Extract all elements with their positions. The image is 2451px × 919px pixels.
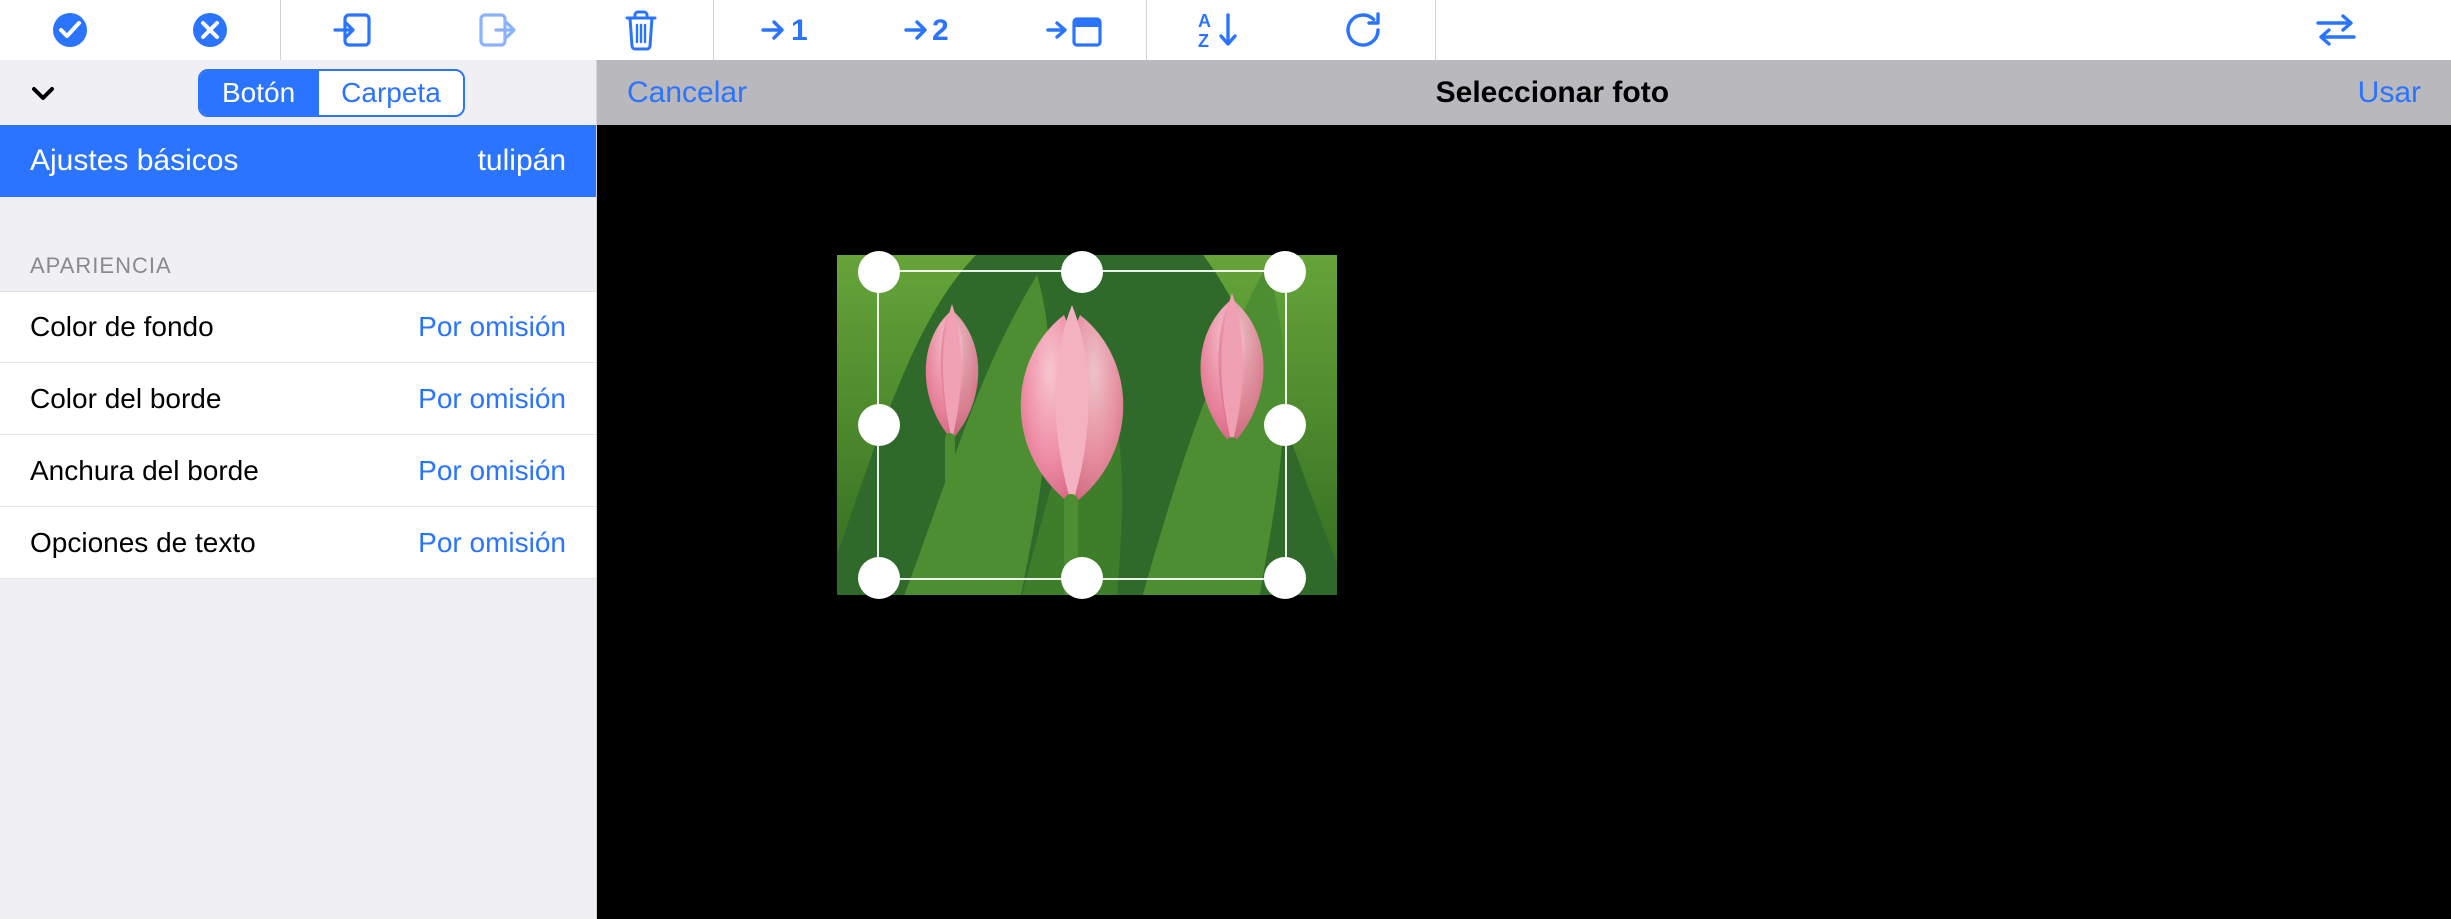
segment-folder[interactable]: Carpeta <box>317 71 463 115</box>
crop-handle-middle-left[interactable] <box>858 404 900 446</box>
photo-crop-area[interactable] <box>597 125 2451 919</box>
export-icon <box>476 9 518 51</box>
section-header-appearance: APARIENCIA <box>0 197 596 291</box>
appearance-list: Color de fondo Por omisión Color del bor… <box>0 291 596 579</box>
crop-handle-bottom-middle[interactable] <box>1061 557 1103 599</box>
x-circle-icon <box>190 10 230 50</box>
toolbar-goto-2[interactable]: 2 <box>858 0 1002 60</box>
row-text-options[interactable]: Opciones de texto Por omisión <box>0 507 596 579</box>
svg-text:1: 1 <box>791 14 808 47</box>
photo-picker-header: Cancelar Seleccionar foto Usar <box>597 60 2451 125</box>
row-label: Color de fondo <box>30 311 214 343</box>
segmented-control: Botón Carpeta <box>198 69 465 117</box>
svg-text:Z: Z <box>1198 31 1209 51</box>
toolbar-export[interactable] <box>425 0 569 60</box>
crop-handle-middle-right[interactable] <box>1264 404 1306 446</box>
row-value: Por omisión <box>418 311 566 343</box>
toolbar-goto-home[interactable] <box>1002 0 1146 60</box>
use-button[interactable]: Usar <box>2358 76 2421 110</box>
segment-button[interactable]: Botón <box>200 71 317 115</box>
picker-title: Seleccionar foto <box>1436 76 1669 110</box>
row-label: Anchura del borde <box>30 455 259 487</box>
toolbar-separator <box>1435 0 1436 60</box>
svg-text:2: 2 <box>932 14 949 47</box>
svg-text:A: A <box>1198 11 1211 31</box>
crop-handle-top-left[interactable] <box>858 251 900 293</box>
settings-panel: Botón Carpeta Ajustes básicos tulipán AP… <box>0 60 597 919</box>
check-circle-icon <box>50 10 90 50</box>
crop-handle-top-right[interactable] <box>1264 251 1306 293</box>
selected-label: Ajustes básicos <box>30 144 238 178</box>
toolbar-delete[interactable] <box>569 0 713 60</box>
row-label: Color del borde <box>30 383 221 415</box>
toolbar-deselect-all[interactable] <box>140 0 280 60</box>
selected-value: tulipán <box>478 144 566 178</box>
collapse-toggle[interactable] <box>28 78 58 108</box>
cancel-button[interactable]: Cancelar <box>627 76 747 110</box>
swap-icon <box>2312 10 2360 50</box>
photo-picker-panel: Cancelar Seleccionar foto Usar <box>597 60 2451 919</box>
row-value: Por omisión <box>418 527 566 559</box>
row-value: Por omisión <box>418 383 566 415</box>
tulip-image <box>837 255 1337 595</box>
row-background-color[interactable]: Color de fondo Por omisión <box>0 291 596 363</box>
crop-handle-bottom-left[interactable] <box>858 557 900 599</box>
toolbar-sort[interactable]: A Z <box>1147 0 1291 60</box>
row-border-width[interactable]: Anchura del borde Por omisión <box>0 435 596 507</box>
chevron-down-icon <box>29 79 57 107</box>
sort-az-icon: A Z <box>1196 9 1242 51</box>
photo-preview <box>837 255 1337 595</box>
goto-1-icon: 1 <box>759 10 813 50</box>
top-toolbar: 1 2 A Z <box>0 0 2451 60</box>
selected-settings-row[interactable]: Ajustes básicos tulipán <box>0 125 596 197</box>
toolbar-swap[interactable] <box>2286 0 2386 60</box>
row-border-color[interactable]: Color del borde Por omisión <box>0 363 596 435</box>
crop-handle-bottom-right[interactable] <box>1264 557 1306 599</box>
row-label: Opciones de texto <box>30 527 256 559</box>
segmented-row: Botón Carpeta <box>0 60 596 125</box>
toolbar-import[interactable] <box>281 0 425 60</box>
trash-icon <box>621 8 661 52</box>
toolbar-goto-1[interactable]: 1 <box>714 0 858 60</box>
refresh-icon <box>1342 9 1384 51</box>
row-value: Por omisión <box>418 455 566 487</box>
toolbar-select-all[interactable] <box>0 0 140 60</box>
goto-home-icon <box>1044 9 1104 51</box>
crop-handle-top-middle[interactable] <box>1061 251 1103 293</box>
toolbar-refresh[interactable] <box>1291 0 1435 60</box>
goto-2-icon: 2 <box>902 10 958 50</box>
import-icon <box>332 9 374 51</box>
